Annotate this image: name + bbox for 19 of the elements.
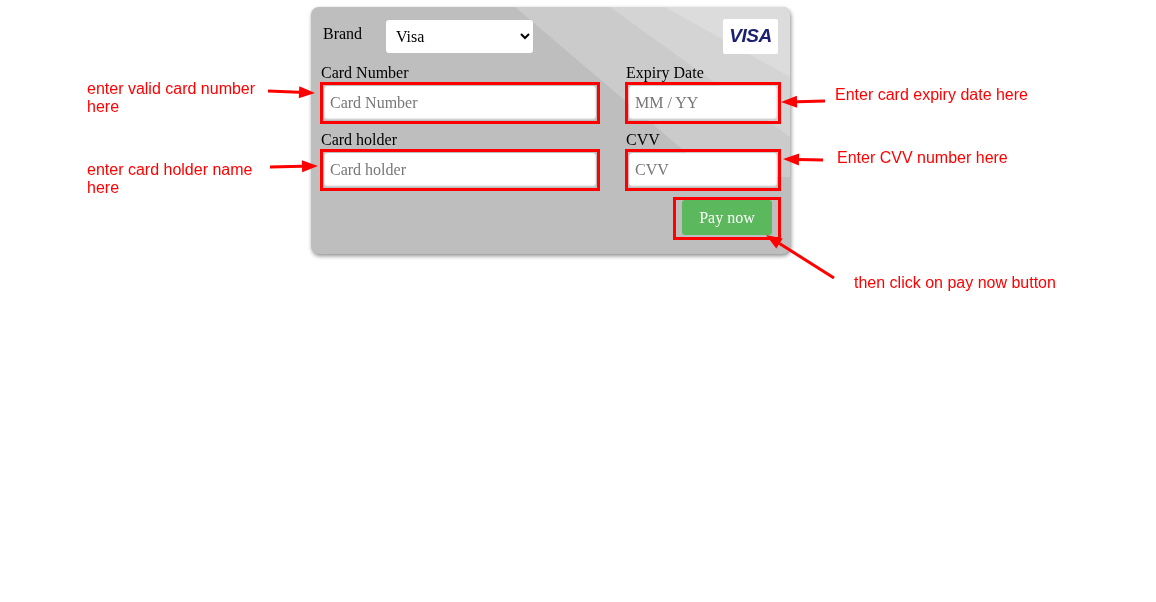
input-field[interactable]: Card holder [324,153,596,187]
field-label: Expiry Date [625,64,705,82]
field-label: CVV [625,131,661,149]
annotation-text: enter valid card number here [87,80,257,116]
input-field[interactable]: CVV [629,153,777,187]
input-field[interactable]: MM / YY [629,86,777,120]
brand-select[interactable]: Visa [386,20,533,53]
annotation-text: Enter card expiry date here [835,86,1029,104]
field-label: Card holder [320,131,398,149]
annotation-text: enter card holder name here [87,161,254,197]
annotation-text: Enter CVV number here [837,149,1009,167]
brand-label: Brand [323,24,364,44]
arrow [267,86,315,99]
annotation-text: then click on pay now button [854,274,1057,292]
field-label: Card Number [320,64,410,82]
arrow [269,160,318,173]
input-field[interactable]: Card Number [324,86,596,120]
arrow [783,153,824,166]
visa-logo: VISA [723,19,778,54]
